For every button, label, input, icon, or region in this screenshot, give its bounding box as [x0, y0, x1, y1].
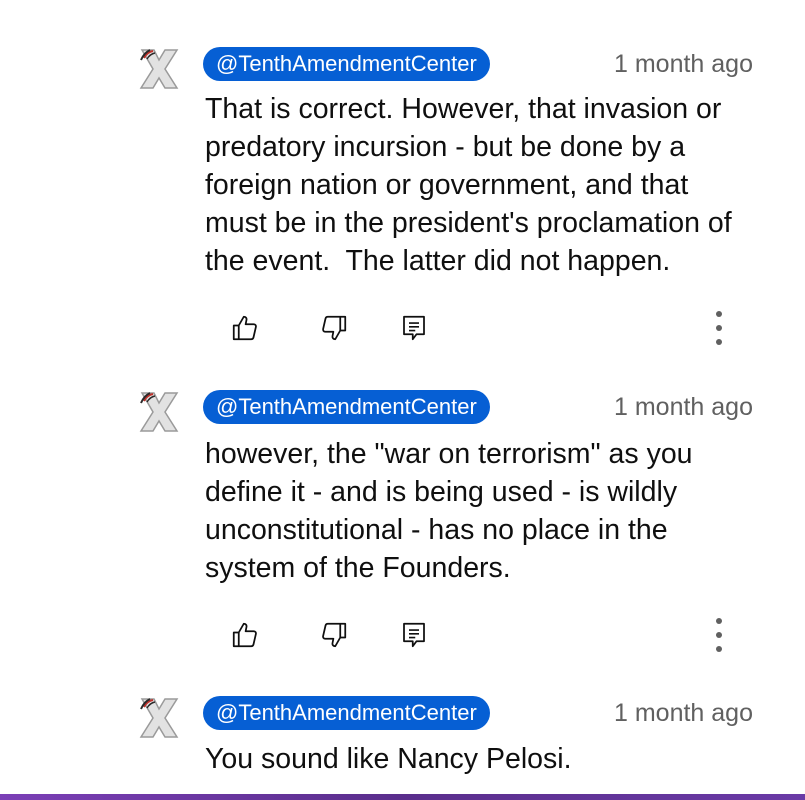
comment-timestamp: 1 month ago: [614, 50, 753, 78]
more-vertical-icon: [716, 311, 722, 345]
comment-timestamp: 1 month ago: [614, 699, 753, 727]
comments-page: @TenthAmendmentCenter 1 month ago That i…: [0, 0, 805, 800]
like-button[interactable]: [225, 615, 265, 655]
reply-comment-icon: [403, 315, 425, 341]
thumbs-up-icon: [232, 315, 257, 341]
dislike-button[interactable]: [314, 308, 354, 348]
thumbs-up-icon: [232, 622, 257, 648]
comment-text: however, the "war on terrorism" as you d…: [205, 438, 693, 584]
author-handle[interactable]: @TenthAmendmentCenter: [203, 47, 490, 81]
more-options-button[interactable]: [699, 308, 739, 348]
avatar-x-logo-icon[interactable]: [134, 44, 184, 94]
thumbs-down-icon: [322, 315, 347, 341]
reply-button[interactable]: [394, 615, 434, 655]
avatar-x-logo-icon[interactable]: [134, 387, 184, 437]
comment-text: You sound like Nancy Pelosi.: [205, 743, 572, 775]
more-vertical-icon: [716, 618, 722, 652]
reply-comment-icon: [403, 622, 425, 648]
more-options-button[interactable]: [699, 615, 739, 655]
avatar-x-logo-icon[interactable]: [134, 693, 184, 743]
author-handle[interactable]: @TenthAmendmentCenter: [203, 696, 490, 730]
comment-actions: [0, 615, 805, 655]
dislike-button[interactable]: [314, 615, 354, 655]
bottom-nav-edge: [0, 794, 805, 800]
comment-timestamp: 1 month ago: [614, 393, 753, 421]
author-handle[interactable]: @TenthAmendmentCenter: [203, 390, 490, 424]
thumbs-down-icon: [322, 622, 347, 648]
like-button[interactable]: [225, 308, 265, 348]
comment-actions: [0, 308, 805, 348]
comment-text: That is correct. However, that invasion …: [205, 93, 732, 277]
reply-button[interactable]: [394, 308, 434, 348]
